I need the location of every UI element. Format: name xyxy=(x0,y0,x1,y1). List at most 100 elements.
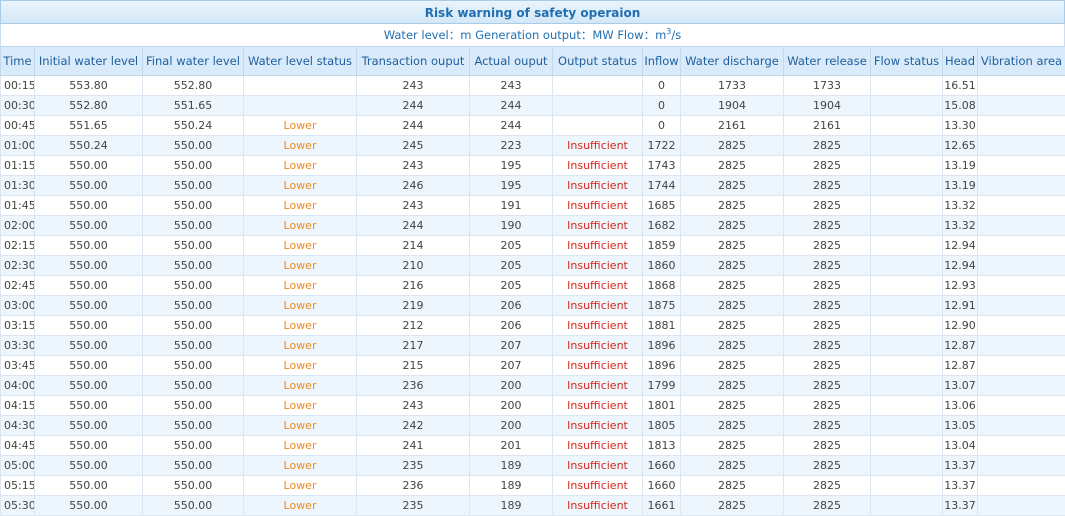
inflow-cell: 1801 xyxy=(643,396,681,416)
actual-output-cell: 200 xyxy=(470,396,553,416)
column-header-water-discharge[interactable]: Water discharge xyxy=(681,47,784,76)
final-water-level-cell: 551.65 xyxy=(143,96,244,116)
time-cell: 04:15 xyxy=(1,396,35,416)
vibration-area-cell xyxy=(978,196,1065,216)
transaction-output-cell: 236 xyxy=(357,376,470,396)
column-header-time[interactable]: Time xyxy=(1,47,35,76)
table-row[interactable]: 04:45550.00550.00Lower241201Insufficient… xyxy=(1,436,1065,456)
flow-status-cell xyxy=(871,336,943,356)
table-row[interactable]: 05:15550.00550.00Lower236189Insufficient… xyxy=(1,476,1065,496)
transaction-output-cell: 215 xyxy=(357,356,470,376)
vibration-area-cell xyxy=(978,76,1065,96)
flow-unit-base: m xyxy=(655,28,666,42)
water-discharge-cell: 2825 xyxy=(681,476,784,496)
output-status-cell: Insufficient xyxy=(553,336,643,356)
table-row[interactable]: 00:15553.80552.8024324301733173316.51 xyxy=(1,76,1065,96)
inflow-cell: 1682 xyxy=(643,216,681,236)
inflow-cell: 1859 xyxy=(643,236,681,256)
column-header-water-level-status[interactable]: Water level status xyxy=(244,47,357,76)
table-row[interactable]: 01:15550.00550.00Lower243195Insufficient… xyxy=(1,156,1065,176)
output-status-cell: Insufficient xyxy=(553,476,643,496)
inflow-cell: 0 xyxy=(643,76,681,96)
table-row[interactable]: 04:30550.00550.00Lower242200Insufficient… xyxy=(1,416,1065,436)
column-header-vibration-area[interactable]: Vibration area xyxy=(978,47,1065,76)
table-row[interactable]: 01:45550.00550.00Lower243191Insufficient… xyxy=(1,196,1065,216)
water-release-cell: 2825 xyxy=(784,196,871,216)
table-row[interactable]: 01:30550.00550.00Lower246195Insufficient… xyxy=(1,176,1065,196)
column-header-water-release[interactable]: Water release xyxy=(784,47,871,76)
table-row[interactable]: 03:45550.00550.00Lower215207Insufficient… xyxy=(1,356,1065,376)
water-level-unit: m xyxy=(460,28,471,42)
water-level-status-cell: Lower xyxy=(244,396,357,416)
head-cell: 12.93 xyxy=(943,276,978,296)
time-cell: 05:15 xyxy=(1,476,35,496)
table-row[interactable]: 03:00550.00550.00Lower219206Insufficient… xyxy=(1,296,1065,316)
time-cell: 02:00 xyxy=(1,216,35,236)
water-release-cell: 2825 xyxy=(784,416,871,436)
initial-water-level-cell: 552.80 xyxy=(35,96,143,116)
column-header-final-water-level[interactable]: Final water level xyxy=(143,47,244,76)
water-level-status-cell: Lower xyxy=(244,176,357,196)
flow-status-cell xyxy=(871,456,943,476)
vibration-area-cell xyxy=(978,316,1065,336)
inflow-cell: 1660 xyxy=(643,456,681,476)
column-header-transaction-output[interactable]: Transaction ouput xyxy=(357,47,470,76)
table-row[interactable]: 04:15550.00550.00Lower243200Insufficient… xyxy=(1,396,1065,416)
final-water-level-cell: 550.00 xyxy=(143,136,244,156)
table-row[interactable]: 00:45551.65550.24Lower24424402161216113.… xyxy=(1,116,1065,136)
inflow-cell: 1660 xyxy=(643,476,681,496)
time-cell: 01:00 xyxy=(1,136,35,156)
vibration-area-cell xyxy=(978,356,1065,376)
table-row[interactable]: 00:30552.80551.6524424401904190415.08 xyxy=(1,96,1065,116)
actual-output-cell: 207 xyxy=(470,356,553,376)
column-header-inflow[interactable]: Inflow xyxy=(643,47,681,76)
actual-output-cell: 205 xyxy=(470,276,553,296)
table-row[interactable]: 04:00550.00550.00Lower236200Insufficient… xyxy=(1,376,1065,396)
vibration-area-cell xyxy=(978,156,1065,176)
table-row[interactable]: 02:45550.00550.00Lower216205Insufficient… xyxy=(1,276,1065,296)
table-row[interactable]: 02:00550.00550.00Lower244190Insufficient… xyxy=(1,216,1065,236)
water-release-cell: 2825 xyxy=(784,276,871,296)
initial-water-level-cell: 550.00 xyxy=(35,396,143,416)
flow-status-cell xyxy=(871,376,943,396)
inflow-cell: 1813 xyxy=(643,436,681,456)
column-header-output-status[interactable]: Output status xyxy=(553,47,643,76)
column-header-flow-status[interactable]: Flow status xyxy=(871,47,943,76)
table-row[interactable]: 03:30550.00550.00Lower217207Insufficient… xyxy=(1,336,1065,356)
time-cell: 02:30 xyxy=(1,256,35,276)
vibration-area-cell xyxy=(978,436,1065,456)
water-discharge-cell: 2825 xyxy=(681,176,784,196)
table-row[interactable]: 05:00550.00550.00Lower235189Insufficient… xyxy=(1,456,1065,476)
final-water-level-cell: 550.00 xyxy=(143,396,244,416)
water-level-status-cell: Lower xyxy=(244,256,357,276)
water-discharge-cell: 2825 xyxy=(681,316,784,336)
head-cell: 13.07 xyxy=(943,376,978,396)
water-discharge-cell: 2825 xyxy=(681,136,784,156)
initial-water-level-cell: 550.00 xyxy=(35,156,143,176)
actual-output-cell: 206 xyxy=(470,316,553,336)
flow-status-cell xyxy=(871,216,943,236)
actual-output-cell: 244 xyxy=(470,96,553,116)
water-level-status-cell: Lower xyxy=(244,216,357,236)
inflow-cell: 1860 xyxy=(643,256,681,276)
column-header-head[interactable]: Head xyxy=(943,47,978,76)
water-discharge-cell: 2825 xyxy=(681,236,784,256)
head-cell: 12.91 xyxy=(943,296,978,316)
table-row[interactable]: 02:30550.00550.00Lower210205Insufficient… xyxy=(1,256,1065,276)
inflow-cell: 0 xyxy=(643,96,681,116)
water-level-status-cell: Lower xyxy=(244,156,357,176)
time-cell: 04:45 xyxy=(1,436,35,456)
column-header-initial-water-level[interactable]: Initial water level xyxy=(35,47,143,76)
table-row[interactable]: 03:15550.00550.00Lower212206Insufficient… xyxy=(1,316,1065,336)
vibration-area-cell xyxy=(978,116,1065,136)
table-row[interactable]: 01:00550.24550.00Lower245223Insufficient… xyxy=(1,136,1065,156)
water-discharge-cell: 2161 xyxy=(681,116,784,136)
column-header-actual-output[interactable]: Actual ouput xyxy=(470,47,553,76)
water-level-status-cell: Lower xyxy=(244,356,357,376)
final-water-level-cell: 550.00 xyxy=(143,336,244,356)
table-row[interactable]: 02:15550.00550.00Lower214205Insufficient… xyxy=(1,236,1065,256)
actual-output-cell: 244 xyxy=(470,116,553,136)
water-level-status-cell: Lower xyxy=(244,436,357,456)
water-discharge-cell: 2825 xyxy=(681,416,784,436)
inflow-cell: 1896 xyxy=(643,356,681,376)
